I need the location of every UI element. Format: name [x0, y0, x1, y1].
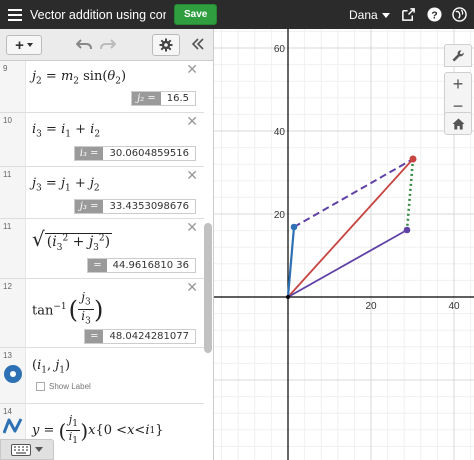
expression-item[interactable]: 14 y = ( j1 i1 ) x {0 < x < i 1}	[0, 404, 204, 446]
x-tick-label: 40	[448, 301, 460, 312]
home-icon	[452, 118, 464, 129]
result-value: 44.9616810 36	[106, 259, 195, 272]
user-menu[interactable]: Dana	[349, 8, 390, 22]
expression-result: j₂ = 16.5	[131, 91, 196, 106]
chevron-down-icon	[381, 12, 390, 18]
undo-icon[interactable]	[76, 37, 92, 51]
result-label: =	[88, 259, 107, 272]
expression-item[interactable]: 11 ✕ j3 = j1 + j2 j₃ = 33.4353098676	[0, 167, 204, 219]
dashed-vector-line	[293, 158, 414, 228]
show-label-text: Show Label	[49, 382, 91, 391]
expression-item[interactable]: 12 ✕ tan−1 ( j3 i3 ) = 48.0424281077	[0, 279, 204, 348]
panel-scrollbar[interactable]	[204, 223, 212, 353]
close-icon[interactable]: ✕	[186, 114, 198, 128]
x-tick-label: 20	[365, 301, 377, 312]
result-value: 33.4353098676	[103, 200, 195, 213]
result-value: 16.5	[160, 92, 195, 105]
user-name: Dana	[349, 8, 378, 22]
result-value: 30.0604859516	[103, 147, 195, 160]
result-label: j₃ =	[74, 200, 104, 213]
y-tick-label: 60	[274, 44, 286, 55]
zoom-in-button[interactable]: +	[444, 72, 472, 96]
y-tick-label: 40	[274, 127, 286, 138]
result-value: 48.0424281077	[103, 330, 195, 343]
top-bar: Vector addition using comp... Save Dana …	[0, 0, 474, 29]
graph-canvas[interactable]: 20 40 60 40 20	[214, 29, 474, 460]
redo-icon[interactable]	[100, 37, 116, 51]
graph-svg[interactable]: 20 40 60 40 20	[214, 29, 474, 460]
result-label: =	[85, 330, 104, 343]
point-style-icon[interactable]	[4, 365, 22, 383]
expression-item[interactable]: 9 ✕ j2 = m2 sin(θ2) j₂ = 16.5	[0, 61, 204, 113]
add-item-button[interactable]: +	[6, 35, 42, 55]
expression-number: 10	[3, 116, 12, 125]
show-label-toggle[interactable]: Show Label	[36, 382, 91, 391]
chevron-down-icon	[35, 447, 43, 452]
settings-button[interactable]	[152, 34, 180, 56]
expression-result: i₃ = 30.0604859516	[73, 146, 196, 161]
expression-item[interactable]: 10 ✕ i3 = i1 + i2 i₃ = 30.0604859516	[0, 113, 204, 167]
resultant-vector	[287, 158, 414, 298]
graph-settings-button[interactable]	[444, 44, 472, 67]
vector-one	[286, 226, 296, 298]
point-i1-j1[interactable]	[290, 223, 298, 231]
expression-number: 11	[3, 222, 12, 231]
component-dotted-line	[405, 158, 415, 231]
expression-panel: + 9 ✕ j2 = m2 sin(θ2) j₂ = 16.5 10 ✕ i3 …	[0, 29, 214, 460]
menu-icon[interactable]	[0, 0, 30, 29]
point-vector-two-end[interactable]	[403, 226, 411, 234]
app-window: Vector addition using comp... Save Dana …	[0, 0, 474, 460]
svg-text:?: ?	[431, 10, 437, 21]
origin-point	[286, 295, 290, 299]
expression-number: 14	[3, 407, 12, 416]
show-label-checkbox[interactable]	[36, 382, 45, 391]
point-resultant-end[interactable]	[409, 155, 417, 163]
share-icon[interactable]	[401, 7, 416, 22]
expression-number: 11	[3, 170, 12, 179]
gear-icon	[159, 38, 173, 52]
expression-formula[interactable]: i3 = i1 + i2	[32, 122, 100, 140]
wrench-icon	[452, 49, 464, 61]
expression-formula[interactable]: √ (i32 + j32)	[32, 227, 113, 253]
expression-result: = 44.9616810 36	[87, 258, 196, 273]
line-style-icon[interactable]	[3, 417, 23, 435]
expression-formula[interactable]: (i1, j1)	[32, 358, 70, 376]
expression-number: 13	[3, 351, 12, 360]
graph-title[interactable]: Vector addition using comp...	[30, 8, 166, 22]
y-tick-label: 20	[274, 210, 286, 221]
close-icon[interactable]: ✕	[186, 62, 198, 76]
result-label: i₃ =	[74, 147, 104, 160]
home-button[interactable]	[444, 112, 472, 135]
globe-icon[interactable]	[452, 7, 467, 22]
collapse-icon[interactable]	[192, 38, 204, 50]
expression-number: 9	[3, 64, 8, 73]
close-icon[interactable]: ✕	[186, 280, 198, 294]
expression-item[interactable]: 13 (i1, j1) Show Label	[0, 348, 204, 404]
expression-formula[interactable]: j3 = j1 + j2	[32, 176, 100, 194]
expression-result: = 48.0424281077	[84, 329, 196, 344]
expression-result: j₃ = 33.4353098676	[73, 199, 196, 214]
result-label: j₂ =	[132, 92, 161, 105]
help-icon[interactable]: ?	[427, 7, 442, 22]
expression-item[interactable]: 11 ✕ √ (i32 + j32) = 44.9616810 36	[0, 219, 204, 279]
keypad-toggle[interactable]	[0, 439, 54, 460]
close-icon[interactable]: ✕	[186, 168, 198, 182]
keyboard-icon	[11, 443, 31, 456]
expression-toolbar: +	[0, 29, 213, 61]
close-icon[interactable]: ✕	[186, 220, 198, 234]
save-button[interactable]: Save	[174, 4, 218, 25]
expression-number: 12	[3, 282, 12, 291]
expression-formula[interactable]: tan−1 ( j3 i3 )	[32, 291, 103, 329]
expression-formula[interactable]: j2 = m2 sin(θ2)	[32, 69, 126, 87]
